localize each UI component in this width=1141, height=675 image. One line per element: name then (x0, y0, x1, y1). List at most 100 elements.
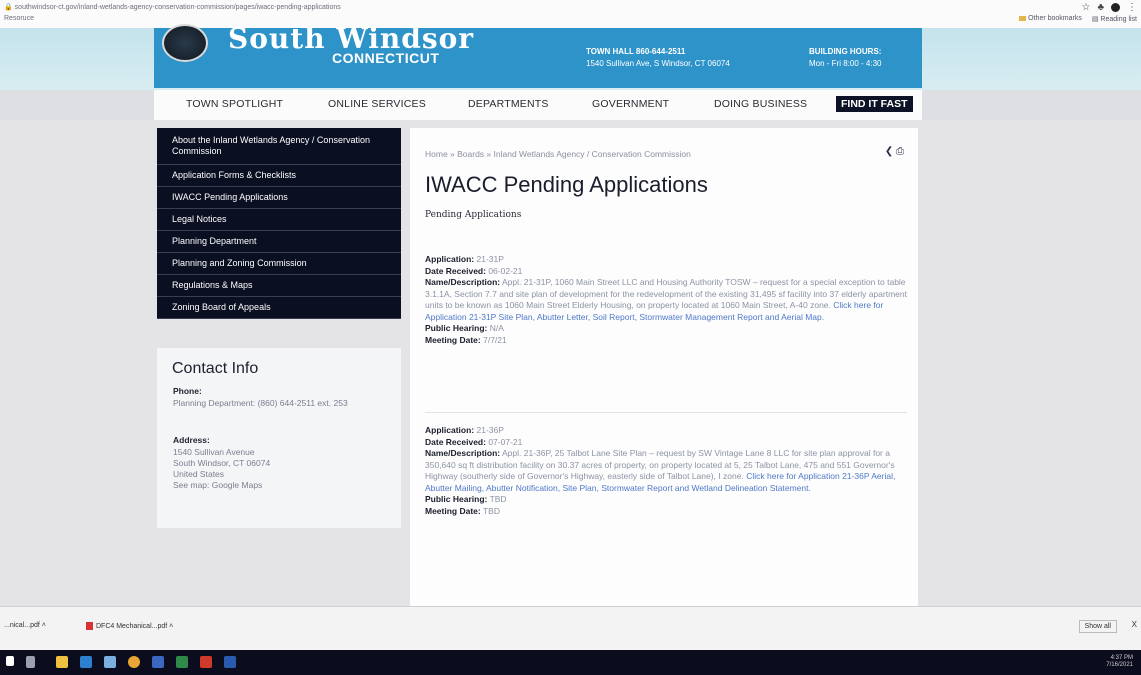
url-text: southwindsor-ct.gov/inland-wetlands-agen… (14, 4, 341, 11)
sidebar-item-planning-department[interactable]: Planning Department (157, 231, 401, 253)
date-received-label: Date Received: (425, 436, 486, 447)
town-hall-address: 1540 Sullivan Ave, S Windsor, CT 06074 (586, 59, 730, 68)
public-hearing-value: N/A (489, 323, 504, 333)
sidebar-item-pending-applications[interactable]: IWACC Pending Applications (157, 187, 401, 209)
main-content: Home » Boards » Inland Wetlands Agency /… (410, 128, 918, 606)
clock-date: 7/16/2021 (1106, 662, 1133, 668)
nav-doing-business[interactable]: DOING BUSINESS (714, 98, 807, 110)
app-icon[interactable] (104, 656, 116, 668)
clock-time: 4:37 PM (1110, 655, 1133, 661)
meeting-date-label: Meeting Date: (425, 505, 481, 516)
application-label: Application: (425, 425, 475, 435)
nav-find-it-fast[interactable]: FIND IT FAST (836, 96, 913, 112)
hours-label: BUILDING HOURS: (809, 47, 882, 56)
address-bar[interactable]: 🔒 southwindsor-ct.gov/inland-wetlands-ag… (4, 3, 341, 11)
reading-list[interactable]: ▤ Reading list (1092, 15, 1137, 23)
site-header: South Windsor CONNECTICUT TOWN HALL 860-… (0, 22, 1141, 90)
sidebar-item-about[interactable]: About the Inland Wetlands Agency / Conse… (157, 128, 401, 165)
header-bar: South Windsor CONNECTICUT TOWN HALL 860-… (154, 22, 922, 88)
divider (425, 412, 907, 413)
building-hours: BUILDING HOURS: Mon - Fri 8:00 - 4:30 (809, 46, 881, 70)
sidebar-item-application-forms[interactable]: Application Forms & Checklists (157, 165, 401, 187)
word-icon[interactable] (224, 656, 236, 668)
show-all-button[interactable]: Show all (1078, 620, 1117, 633)
app-icon[interactable] (152, 656, 164, 668)
profile-icon[interactable] (1111, 3, 1120, 12)
town-hall-phone[interactable]: TOWN HALL 860-644-2511 (586, 47, 685, 56)
chrome-icon[interactable] (128, 656, 140, 668)
application-number: 21-36P (476, 425, 504, 435)
public-hearing-label: Public Hearing: (425, 494, 488, 504)
meeting-date-value: TBD (482, 505, 500, 516)
chevron-up-icon[interactable]: ˄ (42, 622, 46, 629)
task-view-icon[interactable] (26, 656, 35, 668)
edge-icon[interactable] (80, 656, 92, 668)
nav-online-services[interactable]: ONLINE SERVICES (328, 98, 426, 110)
main-nav: TOWN SPOTLIGHT ONLINE SERVICES DEPARTMEN… (0, 90, 1141, 120)
date-received-value: 06-02-21 (488, 265, 523, 276)
close-icon[interactable]: X (1132, 620, 1137, 629)
contact-info-panel: Contact Info Phone: Planning Department:… (157, 348, 401, 528)
start-icon[interactable] (6, 656, 14, 666)
acrobat-icon[interactable] (200, 656, 212, 668)
public-hearing-value: TBD (489, 494, 507, 504)
share-print-tools: ❮ ⎙ (885, 146, 904, 157)
sidebar-item-zoning-board[interactable]: Zoning Board of Appeals (157, 297, 401, 319)
meeting-date-label: Meeting Date: (425, 334, 481, 345)
other-bookmarks[interactable]: Other bookmarks (1019, 15, 1082, 23)
download-item[interactable]: ...nical...pdf ˄ (4, 622, 46, 629)
file-explorer-icon[interactable] (56, 656, 68, 668)
windows-taskbar: 4:37 PM 7/16/2021 (0, 650, 1141, 675)
system-clock[interactable]: 4:37 PM 7/16/2021 (1106, 655, 1133, 669)
page-title: IWACC Pending Applications (425, 172, 708, 197)
sidebar-item-regulations-maps[interactable]: Regulations & Maps (157, 275, 401, 297)
address-line-3: United States (173, 469, 225, 479)
description-label: Name/Description: (425, 277, 501, 287)
description-label: Name/Description: (425, 448, 501, 458)
date-received-label: Date Received: (425, 265, 486, 276)
print-icon[interactable]: ⎙ (896, 146, 904, 157)
public-hearing-label: Public Hearing: (425, 323, 488, 333)
bookmark-item[interactable]: Resoruce (4, 15, 34, 22)
town-hall-info: TOWN HALL 860-644-2511 1540 Sullivan Ave… (586, 46, 730, 70)
sidebar-item-legal-notices[interactable]: Legal Notices (157, 209, 401, 231)
google-maps-link[interactable]: See map: Google Maps (173, 480, 262, 491)
application-number: 21-31P (476, 254, 504, 264)
download-filename: DFC4 Mechanical...pdf (96, 622, 168, 630)
browser-toolbar: 🔒 southwindsor-ct.gov/inland-wetlands-ag… (0, 0, 1141, 28)
sidebar-item-planning-zoning[interactable]: Planning and Zoning Commission (157, 253, 401, 275)
phone-label: Phone: (173, 386, 202, 396)
site-logo-subtitle: CONNECTICUT (332, 50, 440, 66)
meeting-date-value: 7/7/21 (483, 334, 507, 345)
menu-icon[interactable]: ⋮ (1127, 2, 1137, 13)
hours-value: Mon - Fri 8:00 - 4:30 (809, 59, 882, 68)
application-entry: Application: 21-36P Date Received: 07-07… (425, 425, 907, 517)
address-line-2: South Windsor, CT 06074 (173, 458, 271, 468)
extension-icon[interactable]: ♣ (1097, 2, 1104, 13)
nav-town-spotlight[interactable]: TOWN SPOTLIGHT (186, 98, 283, 110)
excel-icon[interactable] (176, 656, 188, 668)
star-icon[interactable]: ☆ (1081, 2, 1090, 13)
lock-icon: 🔒 (4, 4, 13, 11)
address-label: Address: (173, 435, 210, 445)
address-line-1: 1540 Sullivan Avenue (173, 447, 255, 457)
sidebar-menu: About the Inland Wetlands Agency / Conse… (157, 128, 401, 319)
download-filename: ...nical...pdf (4, 622, 40, 629)
folder-icon (1019, 15, 1027, 21)
breadcrumb[interactable]: Home » Boards » Inland Wetlands Agency /… (425, 149, 691, 159)
pdf-icon (86, 622, 93, 630)
application-entry: Application: 21-31P Date Received: 06-02… (425, 254, 907, 346)
date-received-value: 07-07-21 (488, 436, 523, 447)
contact-title: Contact Info (172, 360, 259, 377)
nav-government[interactable]: GOVERNMENT (592, 98, 669, 110)
town-seal-icon[interactable] (162, 24, 208, 62)
nav-departments[interactable]: DEPARTMENTS (468, 98, 549, 110)
share-icon[interactable]: ❮ (885, 146, 893, 157)
page-subtitle: Pending Applications (425, 210, 522, 220)
application-label: Application: (425, 254, 475, 264)
reading-list-icon: ▤ (1091, 16, 1099, 23)
chevron-up-icon[interactable]: ˄ (169, 623, 173, 630)
phone-value[interactable]: Planning Department: (860) 644-2511 ext.… (173, 398, 388, 409)
downloads-bar: ...nical...pdf ˄ DFC4 Mechanical...pdf ˄… (0, 606, 1141, 651)
download-item[interactable]: DFC4 Mechanical...pdf ˄ (86, 622, 173, 630)
